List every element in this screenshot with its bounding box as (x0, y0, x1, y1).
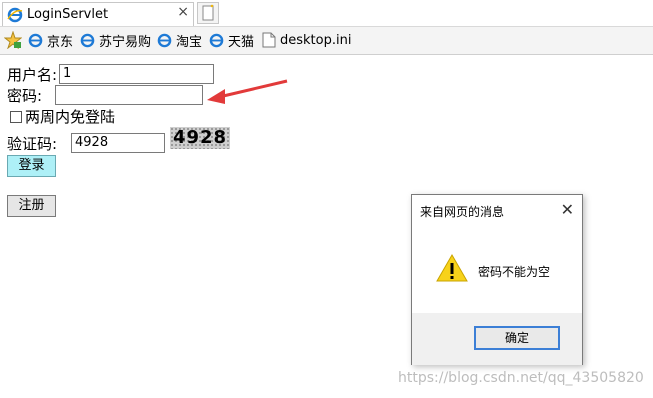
login-button[interactable]: 登录 (7, 155, 56, 177)
ie-icon (157, 33, 172, 47)
tab-loginservlet[interactable]: LoginServlet × (2, 2, 194, 26)
watermark: https://blog.csdn.net/qq_43505820 (398, 370, 644, 386)
file-icon (262, 32, 276, 48)
ie-icon (28, 33, 43, 47)
favorite-label: 淘宝 (176, 34, 203, 50)
annotation-arrow-icon (207, 79, 288, 104)
ie-icon (80, 33, 95, 47)
favorites-bar: 京东 苏宁易购 淘宝 天猫 desktop.ini (0, 27, 653, 55)
favorite-label: 京东 (47, 34, 74, 50)
username-input[interactable]: 1 (59, 64, 214, 84)
dialog-footer: 确定 (412, 313, 582, 365)
captcha-input[interactable]: 4928 (71, 133, 165, 153)
favorite-item-suning[interactable]: 苏宁易购 (80, 31, 152, 50)
tab-close-icon[interactable]: × (177, 4, 189, 20)
captcha-label: 验证码: (7, 135, 58, 153)
username-label: 用户名: (7, 66, 58, 84)
password-label: 密码: (7, 87, 43, 105)
captcha-image[interactable]: 4928 (170, 127, 230, 149)
dialog-message: 密码不能为空 (478, 265, 551, 279)
dialog-close-icon[interactable]: ✕ (561, 200, 574, 219)
favorite-item-taobao[interactable]: 淘宝 (157, 31, 203, 50)
dialog-title: 来自网页的消息 (420, 205, 505, 219)
warning-icon (436, 253, 468, 286)
tab-title: LoginServlet (27, 7, 109, 22)
tab-strip: LoginServlet × (0, 0, 653, 27)
alert-dialog: 来自网页的消息 ✕ 密码不能为空 确定 (411, 194, 583, 365)
ie-icon (7, 7, 23, 26)
remember-checkbox[interactable] (10, 111, 22, 123)
ok-button[interactable]: 确定 (474, 326, 560, 350)
remember-label: 两周内免登陆 (25, 108, 116, 126)
favorite-label: 天猫 (228, 34, 255, 50)
favorite-label: desktop.ini (280, 32, 352, 48)
favorites-star-icon[interactable] (4, 31, 26, 49)
new-tab-icon (202, 4, 214, 21)
favorite-label: 苏宁易购 (99, 34, 152, 50)
favorite-item-jd[interactable]: 京东 (28, 31, 74, 50)
favorite-item-tmall[interactable]: 天猫 (209, 31, 255, 50)
new-tab-button[interactable] (197, 2, 219, 24)
favorite-item-desktop-ini[interactable]: desktop.ini (262, 31, 351, 49)
ie-icon (209, 33, 224, 47)
register-button[interactable]: 注册 (7, 195, 56, 217)
password-input[interactable] (55, 85, 203, 105)
